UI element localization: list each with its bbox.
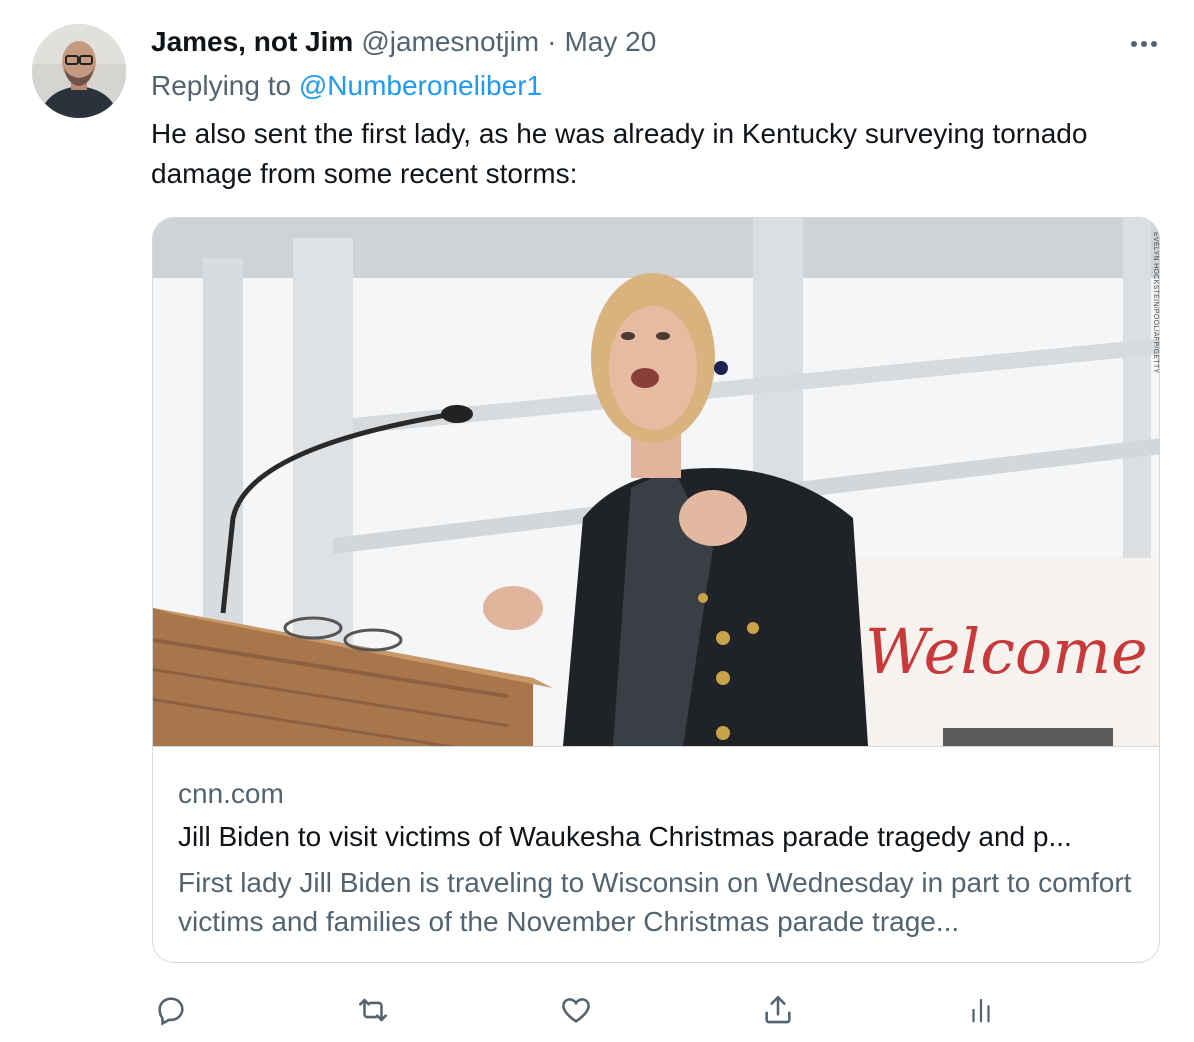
more-icon[interactable] xyxy=(1126,30,1162,58)
image-credit: EVELYN HOCKSTEIN/POOL/AFP/GETTY xyxy=(1152,232,1159,374)
card-domain: cnn.com xyxy=(178,778,284,809)
reply-icon[interactable] xyxy=(151,990,191,1030)
author-avatar[interactable] xyxy=(32,24,126,118)
link-card[interactable]: Welcome EVELYN HOCKSTEIN/POOL/AFP/GETTY … xyxy=(152,217,1160,963)
author-handle[interactable]: @jamesnotjim xyxy=(361,26,539,58)
retweet-icon[interactable] xyxy=(353,990,393,1030)
tweet-text: He also sent the first lady, as he was a… xyxy=(151,118,1088,189)
tweet-actions xyxy=(0,990,1194,1030)
card-description: First lady Jill Biden is traveling to Wi… xyxy=(178,867,1132,937)
header-separator: · xyxy=(547,26,557,57)
replying-to-line: Replying to @Numberoneliber1 xyxy=(151,70,542,102)
author-name[interactable]: James, not Jim xyxy=(151,26,353,58)
card-image[interactable]: Welcome EVELYN HOCKSTEIN/POOL/AFP/GETTY xyxy=(153,218,1159,747)
like-icon[interactable] xyxy=(556,990,596,1030)
replying-prefix: Replying to xyxy=(151,70,292,101)
tweet-header: James, not Jim @jamesnotjim · May 20 xyxy=(151,26,656,66)
analytics-icon[interactable] xyxy=(961,990,1001,1030)
card-title[interactable]: Jill Biden to visit victims of Waukesha … xyxy=(178,821,1133,853)
welcome-sign-text: Welcome xyxy=(865,615,1148,688)
replying-to-link[interactable]: @Numberoneliber1 xyxy=(299,70,542,101)
share-icon[interactable] xyxy=(758,990,798,1030)
tweet-date[interactable]: May 20 xyxy=(564,26,656,58)
